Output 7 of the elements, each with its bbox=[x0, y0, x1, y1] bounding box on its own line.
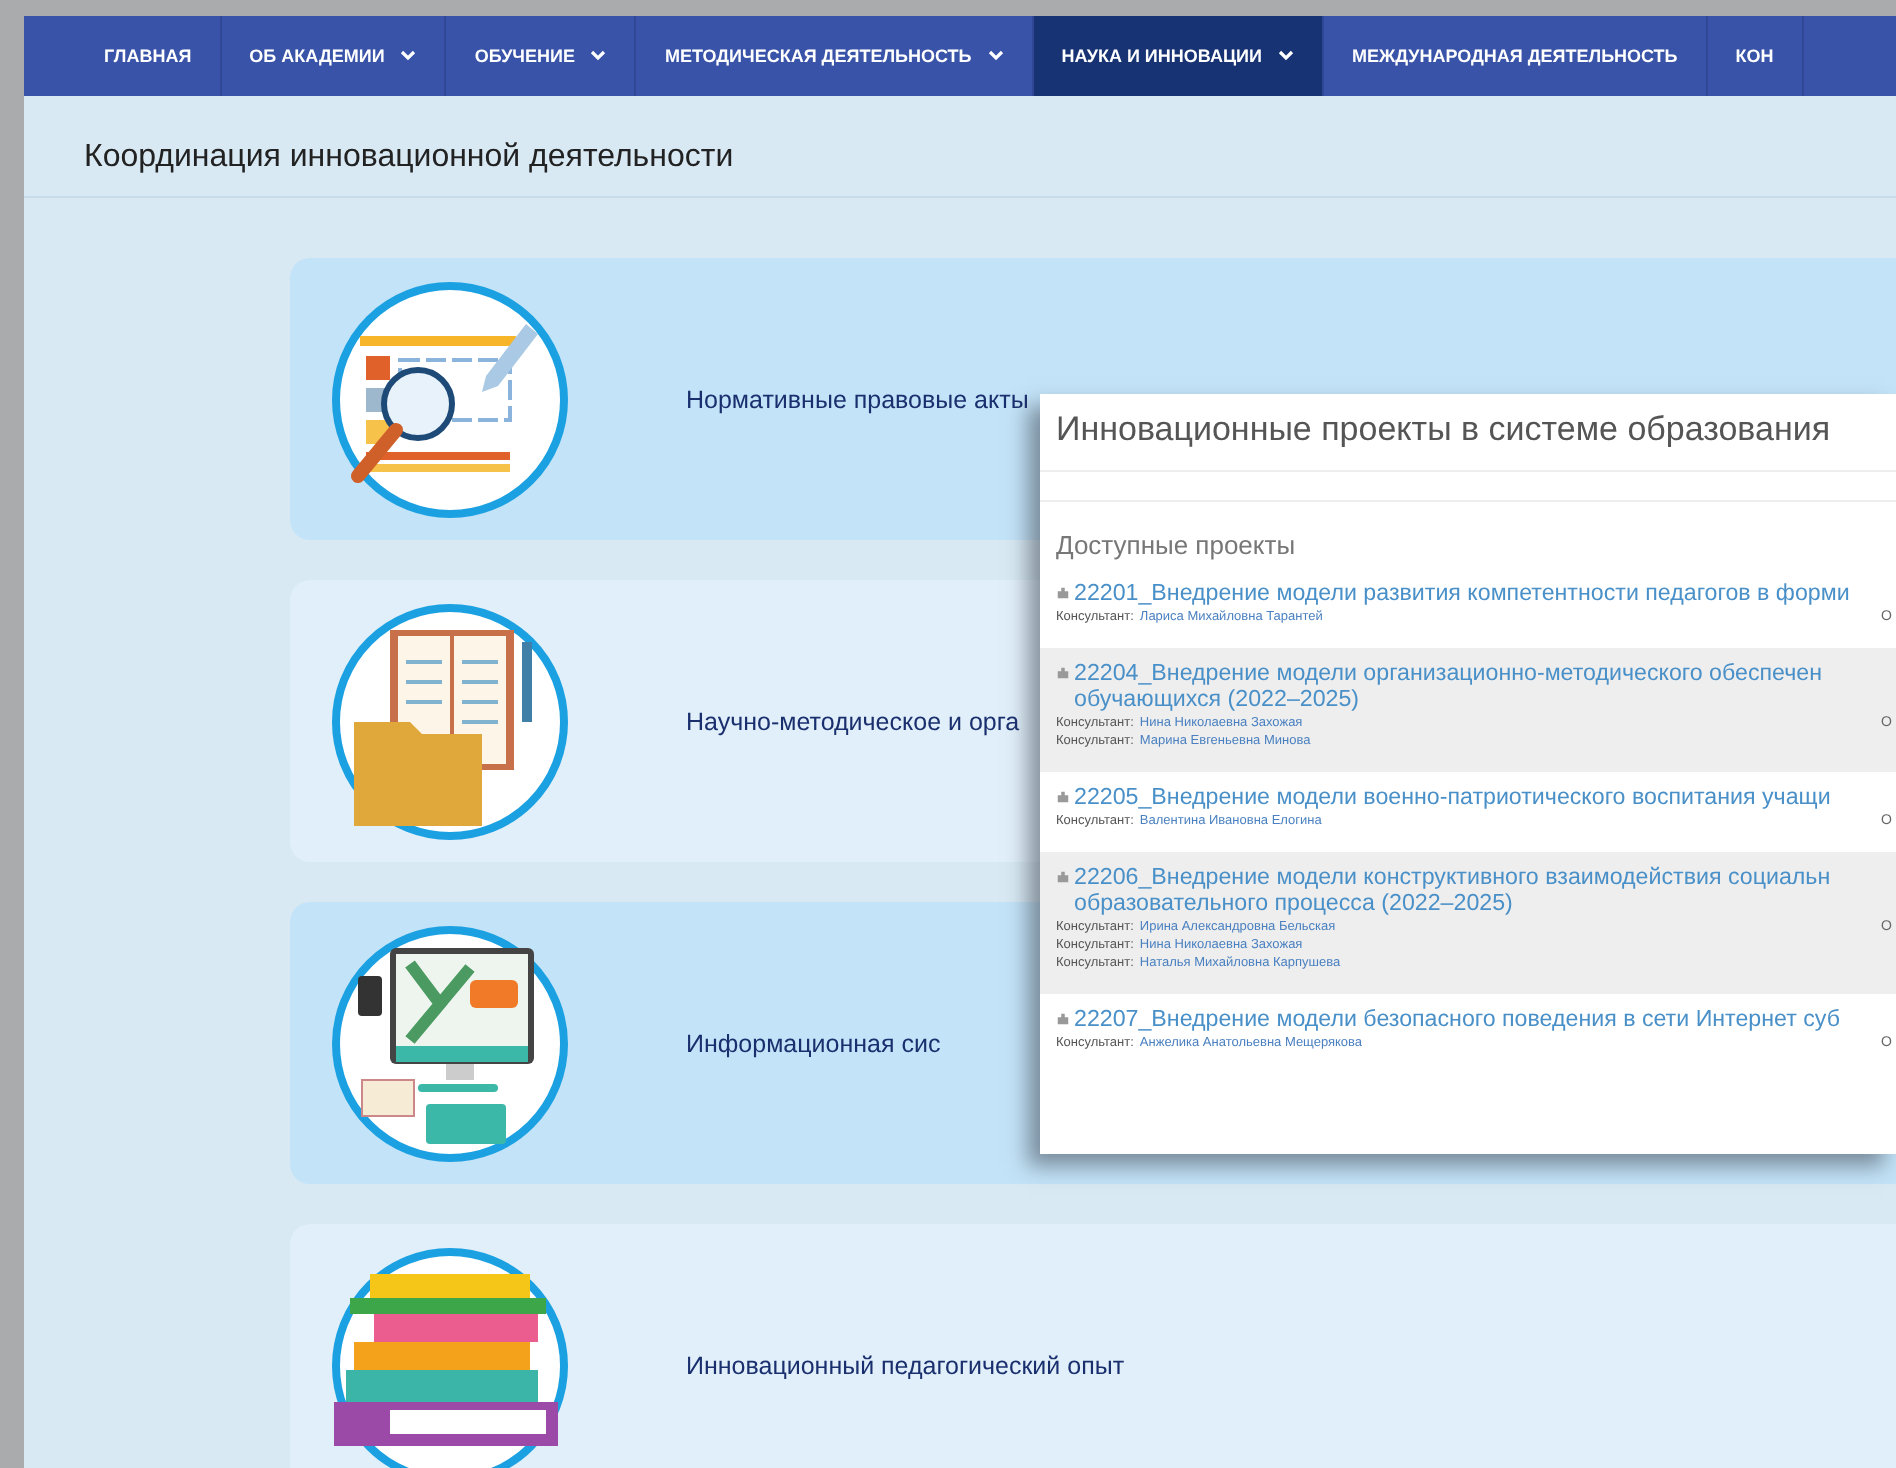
card-label: Информационная сис bbox=[686, 1029, 941, 1057]
card-label: Научно-методическое и орга bbox=[686, 707, 1020, 735]
card-label: Нормативные правовые акты bbox=[686, 386, 1029, 414]
page-title: Координация инновационной деятельности bbox=[24, 96, 1896, 198]
section-heading: Доступные проекты bbox=[1054, 528, 1298, 564]
window-title: Инновационные проекты в системе образования bbox=[1040, 394, 1896, 472]
card-label: Инновационный педагогический опыт bbox=[686, 1351, 1125, 1379]
